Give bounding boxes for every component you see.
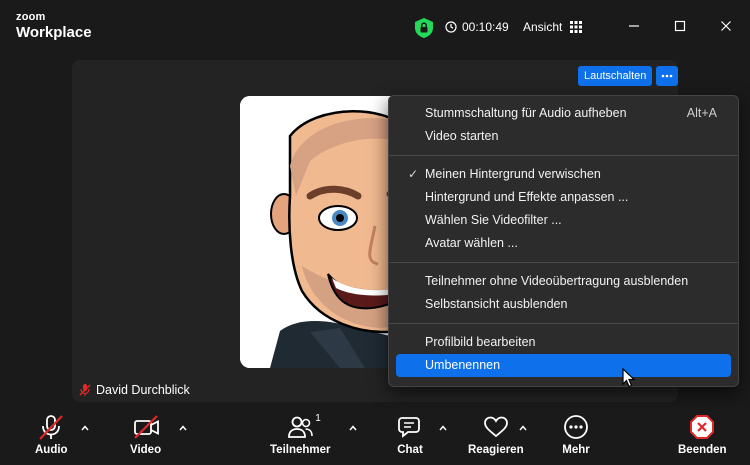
timer-text: 00:10:49 bbox=[462, 20, 509, 34]
menu-item-label: Meinen Hintergrund verwischen bbox=[425, 167, 601, 181]
chevron-up-icon[interactable] bbox=[80, 423, 90, 433]
participants-button[interactable]: 1 Teilnehmer bbox=[270, 413, 331, 456]
audio-button[interactable]: Audio bbox=[35, 413, 68, 456]
participant-name: David Durchblick bbox=[96, 383, 190, 397]
minimize-icon bbox=[629, 25, 639, 27]
menu-item-label: Wählen Sie Videofilter ... bbox=[425, 213, 562, 227]
meeting-timer: 00:10:49 bbox=[445, 20, 509, 34]
menu-item-label: Profilbild bearbeiten bbox=[425, 335, 536, 349]
menu-item-hide-non-video[interactable]: Teilnehmer ohne Videoübertragung ausblen… bbox=[396, 270, 731, 293]
menu-item-label: Video starten bbox=[425, 129, 499, 143]
video-label: Video bbox=[130, 444, 162, 456]
tile-more-button[interactable] bbox=[656, 66, 678, 86]
participant-context-menu: Stummschaltung für Audio aufheben Alt+A … bbox=[388, 95, 739, 387]
menu-divider bbox=[389, 262, 738, 263]
mic-muted-icon bbox=[79, 384, 91, 396]
mic-muted-icon bbox=[39, 415, 64, 440]
menu-item-unmute-audio[interactable]: Stummschaltung für Audio aufheben Alt+A bbox=[396, 102, 731, 125]
unmute-button[interactable]: Lautschalten bbox=[578, 66, 653, 86]
menu-item-label: Stummschaltung für Audio aufheben bbox=[425, 106, 627, 120]
video-off-icon bbox=[133, 415, 159, 439]
reactions-label: Reagieren bbox=[468, 444, 524, 456]
menu-divider bbox=[389, 323, 738, 324]
view-label: Ansicht bbox=[523, 20, 563, 34]
participants-icon bbox=[288, 416, 314, 438]
end-label: Beenden bbox=[678, 444, 727, 456]
participants-count: 1 bbox=[315, 413, 321, 424]
view-button[interactable]: Ansicht bbox=[523, 20, 583, 34]
heart-icon bbox=[483, 416, 508, 438]
video-button[interactable]: Video bbox=[130, 413, 161, 456]
audio-label: Audio bbox=[35, 444, 68, 456]
menu-item-choose-avatar[interactable]: Avatar wählen ... bbox=[396, 232, 731, 255]
menu-item-background-effects[interactable]: Hintergrund und Effekte anpassen ... bbox=[396, 186, 731, 209]
participant-name-label: David Durchblick bbox=[78, 383, 190, 397]
chevron-up-icon[interactable] bbox=[438, 423, 448, 433]
chat-button[interactable]: Chat bbox=[396, 413, 424, 456]
mouse-cursor-icon bbox=[622, 368, 636, 388]
chat-icon bbox=[398, 417, 420, 438]
menu-shortcut: Alt+A bbox=[686, 106, 717, 120]
reactions-button[interactable]: Reagieren bbox=[468, 413, 524, 456]
more-dots-icon bbox=[661, 74, 673, 78]
grid-icon bbox=[570, 21, 583, 33]
menu-item-video-filter[interactable]: Wählen Sie Videofilter ... bbox=[396, 209, 731, 232]
menu-item-blur-background[interactable]: ✓ Meinen Hintergrund verwischen bbox=[396, 163, 731, 186]
menu-item-hide-self-view[interactable]: Selbstansicht ausblenden bbox=[396, 293, 731, 316]
clock-icon bbox=[445, 21, 457, 33]
menu-item-label: Hintergrund und Effekte anpassen ... bbox=[425, 190, 629, 204]
menu-item-label: Selbstansicht ausblenden bbox=[425, 297, 568, 311]
more-label: Mehr bbox=[562, 444, 590, 456]
zoom-logo: zoom Workplace bbox=[16, 11, 92, 41]
maximize-button[interactable] bbox=[670, 16, 690, 36]
menu-item-label: Avatar wählen ... bbox=[425, 236, 518, 250]
menu-item-start-video[interactable]: Video starten bbox=[396, 125, 731, 148]
shield-lock-icon[interactable] bbox=[415, 18, 433, 38]
minimize-button[interactable] bbox=[624, 16, 644, 36]
close-window-button[interactable] bbox=[716, 16, 736, 36]
end-icon bbox=[690, 415, 715, 439]
meeting-toolbar: Audio Video 1 Teilnehmer Chat Reagieren … bbox=[0, 407, 750, 465]
chevron-up-icon[interactable] bbox=[178, 423, 188, 433]
menu-item-label: Teilnehmer ohne Videoübertragung ausblen… bbox=[425, 274, 689, 288]
logo-line-1: zoom bbox=[16, 11, 46, 23]
participants-label: Teilnehmer bbox=[270, 444, 331, 456]
more-icon bbox=[564, 415, 588, 439]
logo-line-2: Workplace bbox=[16, 24, 92, 41]
more-button[interactable]: Mehr bbox=[562, 413, 590, 456]
chevron-up-icon[interactable] bbox=[348, 423, 358, 433]
chevron-up-icon[interactable] bbox=[518, 423, 528, 433]
chat-label: Chat bbox=[397, 444, 423, 456]
maximize-icon bbox=[674, 20, 686, 32]
close-icon bbox=[721, 21, 731, 31]
menu-item-rename[interactable]: Umbenennen bbox=[396, 354, 731, 377]
menu-divider bbox=[389, 155, 738, 156]
title-bar: zoom Workplace 00:10:49 Ansicht bbox=[0, 0, 750, 52]
end-meeting-button[interactable]: Beenden bbox=[678, 413, 727, 456]
menu-item-label: Umbenennen bbox=[425, 358, 501, 372]
checkmark-icon: ✓ bbox=[408, 167, 419, 181]
menu-item-edit-profile-picture[interactable]: Profilbild bearbeiten bbox=[396, 331, 731, 354]
